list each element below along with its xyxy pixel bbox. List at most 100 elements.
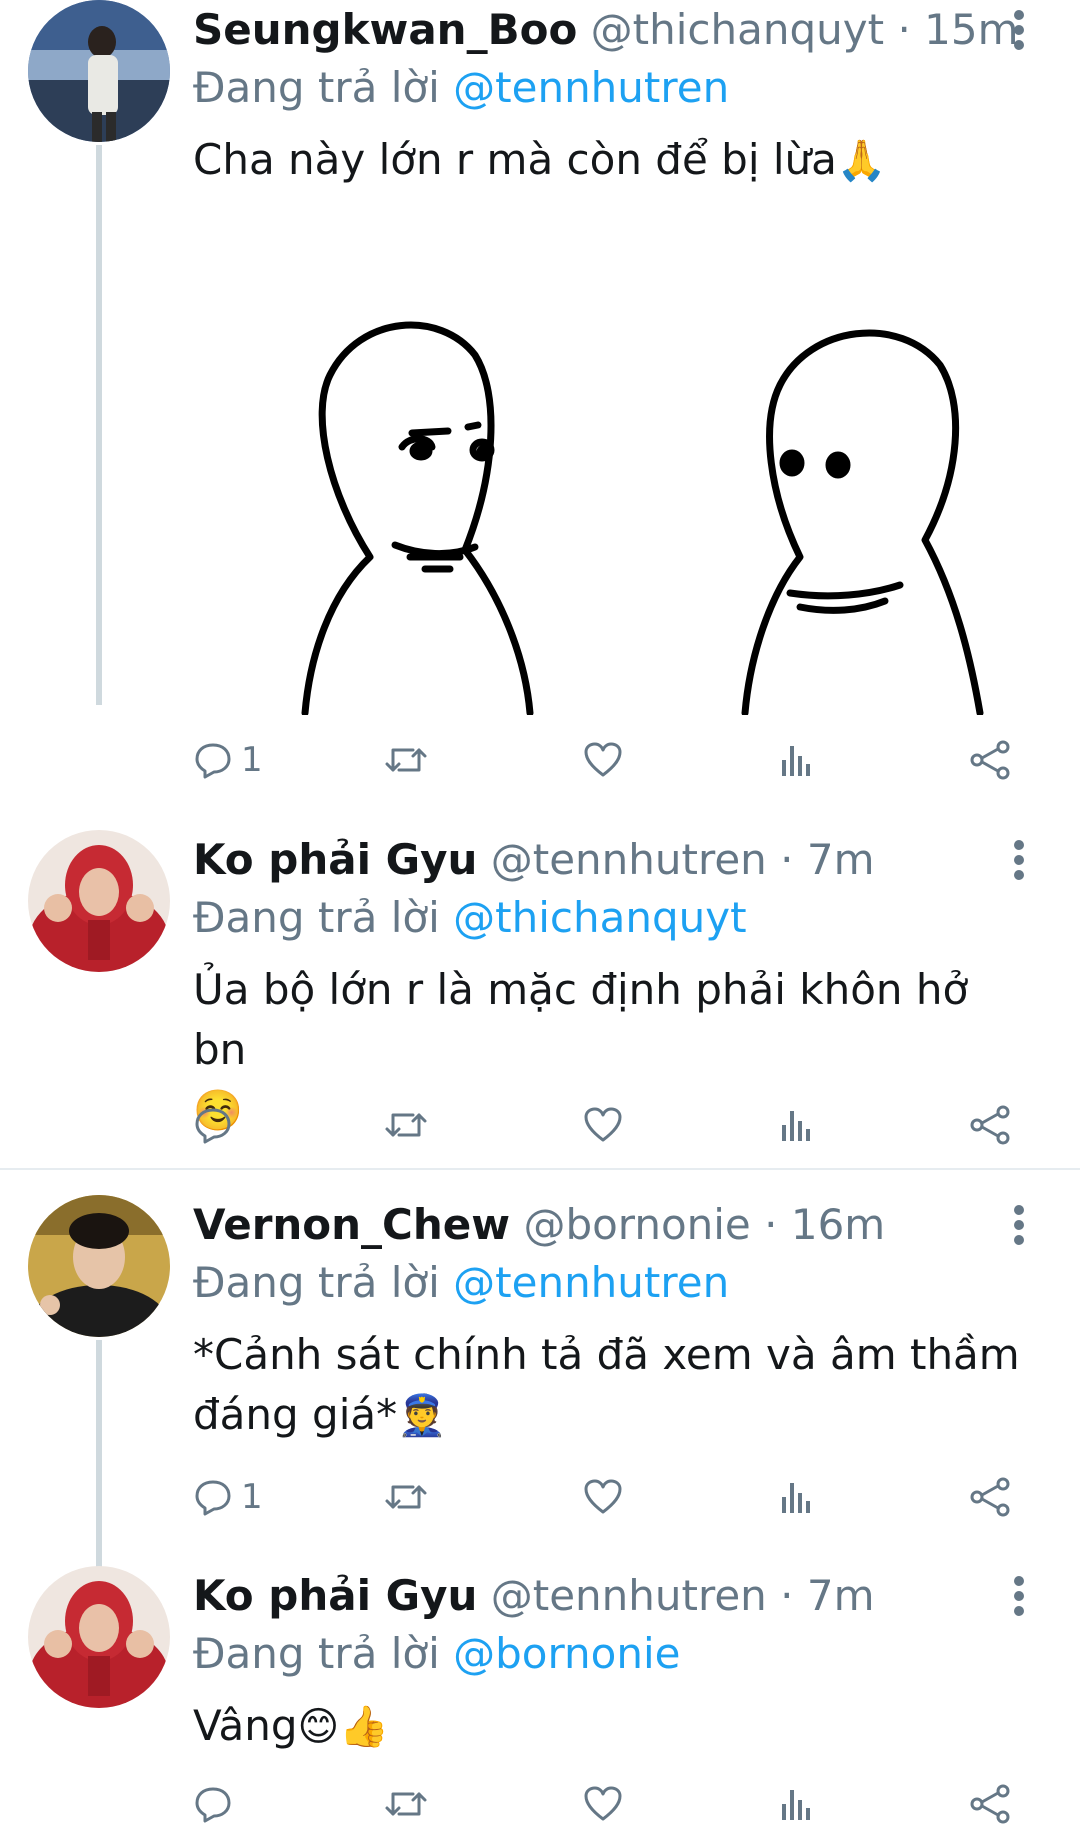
- user-handle[interactable]: @thichanquyt: [591, 5, 884, 54]
- share-button[interactable]: [969, 1467, 1013, 1527]
- user-handle[interactable]: @bornonie: [523, 1200, 750, 1249]
- reply-icon: [195, 1480, 231, 1516]
- more-vertical-icon[interactable]: [1008, 1195, 1032, 1255]
- avatar[interactable]: [28, 1566, 170, 1708]
- share-button[interactable]: [969, 1774, 1013, 1834]
- retweet-button[interactable]: [383, 1095, 429, 1155]
- tweet-header: Vernon_Chew @bornonie · 16m: [193, 1195, 980, 1255]
- tweet-actions: [193, 1774, 1033, 1834]
- analytics-icon: [782, 746, 810, 776]
- separator-dot: ·: [897, 5, 911, 54]
- analytics-icon: [782, 1111, 810, 1141]
- replying-to-label: Đang trả lời: [193, 63, 440, 112]
- tweet[interactable]: Seungkwan_Boo @thichanquyt · 15m Đang tr…: [0, 0, 1080, 810]
- avatar[interactable]: [28, 1195, 170, 1337]
- tweet-actions: 1: [193, 1467, 1033, 1527]
- user-handle[interactable]: @tennhutren: [491, 835, 767, 884]
- tweet-actions: [193, 1095, 1033, 1155]
- heart-icon: [584, 1786, 622, 1821]
- praying-hands-emoji: 🙏: [836, 138, 887, 184]
- replying-to: Đang trả lời @bornonie: [193, 1624, 680, 1684]
- analytics-button[interactable]: [778, 1467, 818, 1527]
- retweet-icon: [385, 1792, 427, 1816]
- avatar[interactable]: [28, 0, 170, 142]
- timestamp[interactable]: 7m: [807, 835, 875, 884]
- tweet-text-body: Cha này lớn r mà còn để bị lừa: [193, 135, 837, 184]
- reply-icon: [195, 743, 231, 779]
- timestamp[interactable]: 15m: [924, 5, 1018, 54]
- separator-dot: ·: [764, 1200, 778, 1249]
- analytics-button[interactable]: [778, 1095, 818, 1155]
- more-vertical-icon[interactable]: [1008, 1566, 1032, 1626]
- replying-to: Đang trả lời @tennhutren: [193, 1253, 729, 1313]
- tweet-text: Cha này lớn r mà còn để bị lừa🙏: [193, 130, 1033, 191]
- heart-icon: [584, 1479, 622, 1514]
- share-button[interactable]: [969, 730, 1013, 790]
- mention-link[interactable]: @tennhutren: [453, 63, 729, 112]
- analytics-icon: [782, 1483, 810, 1513]
- reply-button[interactable]: [193, 1774, 241, 1834]
- mention-link[interactable]: @thichanquyt: [453, 893, 746, 942]
- separator-dot: ·: [780, 1571, 794, 1620]
- display-name[interactable]: Seungkwan_Boo: [193, 5, 577, 54]
- conversation-divider: [0, 1168, 1080, 1170]
- heart-icon: [584, 1107, 622, 1142]
- retweet-icon: [385, 748, 427, 772]
- like-button[interactable]: [583, 730, 623, 790]
- tweet[interactable]: Vernon_Chew @bornonie · 16m Đang trả lời…: [0, 1195, 1080, 1555]
- analytics-button[interactable]: [778, 730, 818, 790]
- share-button[interactable]: [969, 1095, 1013, 1155]
- reply-icon: [195, 1108, 231, 1144]
- share-icon: [970, 740, 1010, 780]
- analytics-button[interactable]: [778, 1774, 818, 1834]
- retweet-button[interactable]: [383, 730, 429, 790]
- like-button[interactable]: [583, 1467, 623, 1527]
- reply-button[interactable]: [193, 1095, 241, 1155]
- replying-to-label: Đang trả lời: [193, 1629, 440, 1678]
- tweet-text-body: *Cảnh sát chính tả đã xem và âm thầm đán…: [193, 1330, 1020, 1439]
- display-name[interactable]: Ko phải Gyu: [193, 835, 477, 884]
- user-handle[interactable]: @tennhutren: [491, 1571, 767, 1620]
- like-button[interactable]: [583, 1095, 623, 1155]
- reply-icon: [195, 1787, 231, 1823]
- reply-count: 1: [241, 740, 263, 780]
- police-officer-emoji: 👮: [397, 1393, 447, 1439]
- tweet-header: Ko phải Gyu @tennhutren · 7m: [193, 1566, 980, 1626]
- tweet-text: Vâng😊👍: [193, 1696, 1033, 1757]
- reply-button[interactable]: 1: [193, 1467, 263, 1527]
- retweet-icon: [385, 1113, 427, 1137]
- heart-icon: [584, 742, 622, 777]
- tweet[interactable]: Ko phải Gyu @tennhutren · 7m Đang trả lờ…: [0, 830, 1080, 1150]
- share-icon: [970, 1784, 1010, 1824]
- like-button[interactable]: [583, 1774, 623, 1834]
- reply-feed: Seungkwan_Boo @thichanquyt · 15m Đang tr…: [0, 0, 1080, 1838]
- avatar[interactable]: [28, 830, 170, 972]
- tweet-header: Seungkwan_Boo @thichanquyt · 15m: [193, 0, 1019, 60]
- replying-to-label: Đang trả lời: [193, 1258, 440, 1307]
- mention-link[interactable]: @tennhutren: [453, 1258, 729, 1307]
- retweet-button[interactable]: [383, 1467, 429, 1527]
- more-vertical-icon[interactable]: [1008, 830, 1032, 890]
- share-icon: [970, 1477, 1010, 1517]
- tweet[interactable]: Ko phải Gyu @tennhutren · 7m Đang trả lờ…: [0, 1566, 1080, 1838]
- reply-count: 1: [241, 1477, 263, 1517]
- display-name[interactable]: Ko phải Gyu: [193, 1571, 477, 1620]
- share-icon: [970, 1105, 1010, 1145]
- retweet-icon: [385, 1485, 427, 1509]
- display-name[interactable]: Vernon_Chew: [193, 1200, 510, 1249]
- more-vertical-icon[interactable]: [1008, 0, 1032, 60]
- analytics-icon: [782, 1790, 810, 1820]
- mention-link[interactable]: @bornonie: [453, 1629, 680, 1678]
- smile-thumbs-up-emoji: 😊👍: [297, 1704, 390, 1750]
- replying-to-label: Đang trả lời: [193, 893, 440, 942]
- tweet-text-body: Ủa bộ lớn r là mặc định phải khôn hở bn: [193, 965, 969, 1074]
- reply-button[interactable]: 1: [193, 730, 263, 790]
- tweet-actions: 1: [193, 730, 1033, 790]
- meme-image[interactable]: [300, 295, 1020, 717]
- timestamp[interactable]: 16m: [791, 1200, 885, 1249]
- separator-dot: ·: [780, 835, 794, 884]
- retweet-button[interactable]: [383, 1774, 429, 1834]
- replying-to: Đang trả lời @thichanquyt: [193, 888, 747, 948]
- tweet-text-body: Vâng: [193, 1701, 298, 1750]
- timestamp[interactable]: 7m: [807, 1571, 875, 1620]
